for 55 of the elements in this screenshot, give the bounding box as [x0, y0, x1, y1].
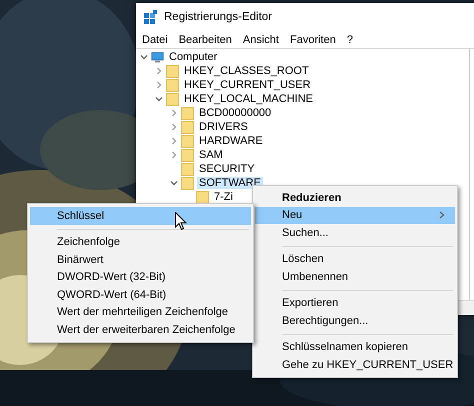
mouse-pointer-icon: [175, 212, 187, 231]
folder-icon: [166, 92, 179, 106]
menu-item[interactable]: Exportieren: [255, 294, 455, 312]
chevron-right-icon[interactable]: [155, 81, 163, 89]
folder-icon: [181, 120, 194, 134]
menu-item[interactable]: Bearbeiten: [178, 34, 232, 46]
menu-item[interactable]: Binärwert: [30, 251, 251, 268]
folder-icon: [181, 176, 194, 190]
menu-item[interactable]: QWORD-Wert (64-Bit): [30, 286, 251, 304]
menu-item[interactable]: Berechtigungen...: [255, 312, 455, 330]
chevron-right-icon[interactable]: [155, 67, 163, 75]
menu-item[interactable]: Neu: [255, 206, 455, 224]
menu-item[interactable]: ?: [346, 34, 353, 46]
menu-item[interactable]: Reduzieren: [255, 189, 455, 206]
menu-item[interactable]: Wert der mehrteiligen Zeichenfolge: [30, 304, 251, 321]
menu-item[interactable]: Zeichenfolge: [30, 234, 251, 251]
menu-item[interactable]: Ansicht: [242, 34, 279, 46]
menu-item[interactable]: Suchen...: [255, 224, 455, 242]
menu-item[interactable]: DWORD-Wert (32-Bit): [30, 268, 251, 286]
tree-item[interactable]: Computer: [167, 51, 220, 63]
tree-item[interactable]: HKEY_LOCAL_MACHINE: [182, 93, 315, 105]
folder-icon: [196, 190, 209, 204]
menu-item[interactable]: Favoriten: [290, 34, 336, 46]
tree-item[interactable]: HKEY_CLASSES_ROOT: [182, 65, 311, 77]
folder-icon: [166, 64, 179, 78]
tree-item[interactable]: HKEY_CURRENT_USER: [182, 79, 313, 91]
tree-item[interactable]: HARDWARE: [197, 135, 265, 147]
computer-icon: [151, 50, 164, 64]
chevron-down-icon[interactable]: [170, 179, 178, 187]
menu-item[interactable]: Schlüssel: [30, 207, 251, 224]
folder-icon: [181, 134, 194, 148]
menu-item[interactable]: Datei: [142, 34, 168, 46]
chevron-down-icon[interactable]: [155, 95, 163, 103]
menu-item[interactable]: Gehe zu HKEY_CURRENT_USER: [255, 356, 455, 374]
menu-item[interactable]: Umbenennen: [255, 268, 455, 286]
registry-icon: [144, 10, 158, 24]
window-title: Registrierungs-Editor: [164, 11, 272, 23]
tree-item[interactable]: 7-Zi: [212, 191, 235, 203]
folder-icon: [166, 78, 179, 92]
tree-item[interactable]: SAM: [197, 149, 225, 161]
chevron-right-icon[interactable]: [170, 137, 178, 145]
folder-icon: [181, 106, 194, 120]
tree-item[interactable]: BCD00000000: [197, 107, 274, 119]
chevron-right-icon[interactable]: [170, 123, 178, 131]
chevron-down-icon[interactable]: [140, 53, 148, 61]
menu-item[interactable]: Löschen: [255, 250, 455, 268]
menu-item[interactable]: Schlüsselnamen kopieren: [255, 338, 455, 356]
chevron-right-icon[interactable]: [170, 109, 178, 117]
tree-item[interactable]: DRIVERS: [197, 121, 250, 133]
folder-icon: [181, 162, 194, 176]
tree-item[interactable]: SECURITY: [197, 163, 257, 175]
folder-icon: [181, 148, 194, 162]
tree-item[interactable]: SOFTWARE: [197, 177, 263, 189]
menu-item[interactable]: Wert der erweiterbaren Zeichenfolge: [30, 321, 251, 338]
chevron-right-icon[interactable]: [170, 151, 178, 159]
